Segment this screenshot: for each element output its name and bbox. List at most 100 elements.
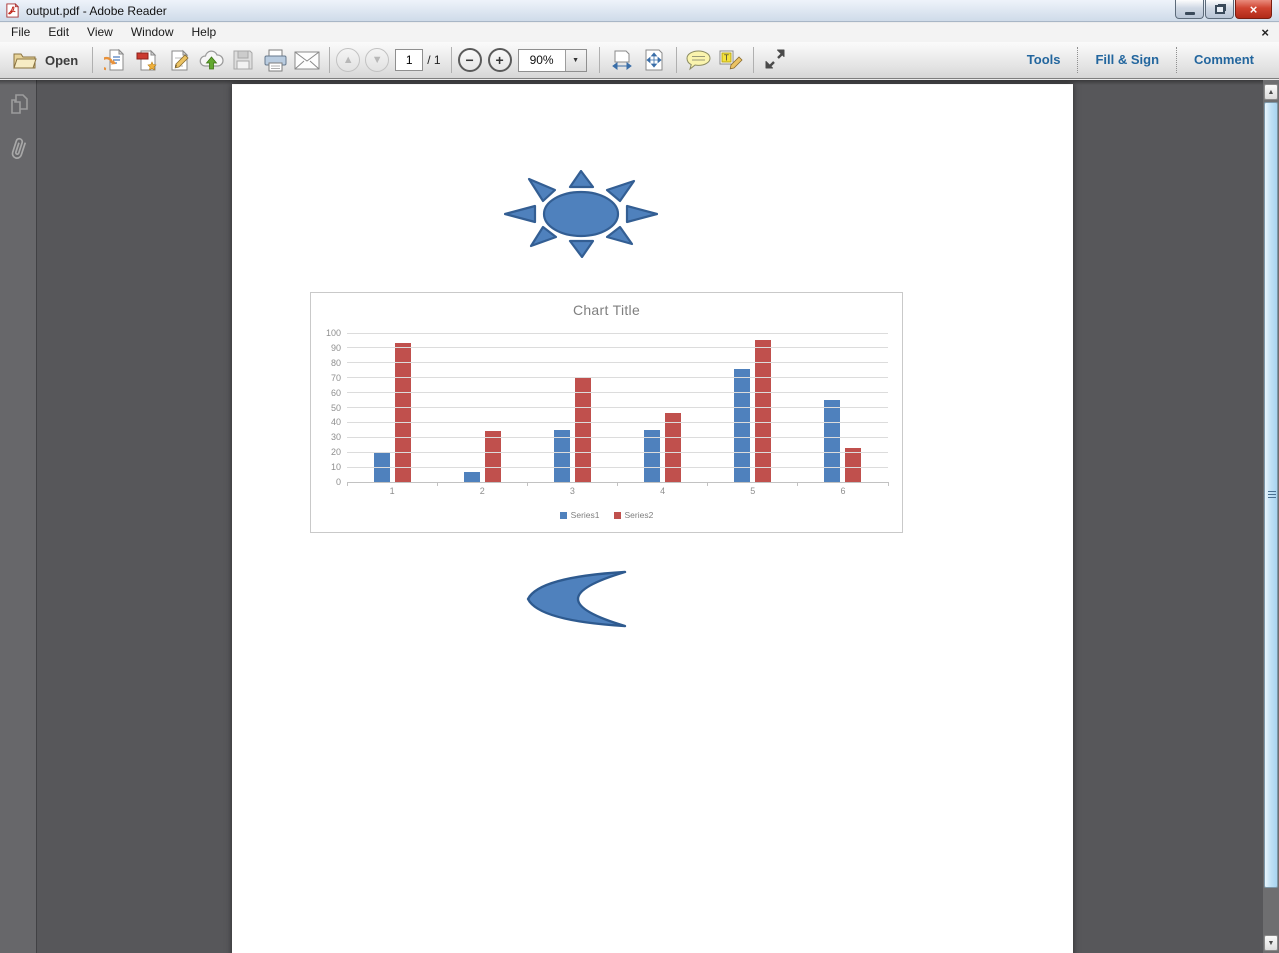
previous-page-icon: ▲ [343, 54, 354, 66]
gridline [347, 467, 888, 468]
bar-series2-2 [485, 431, 501, 482]
close-document-icon[interactable]: × [1261, 23, 1269, 42]
plot-area [347, 333, 888, 482]
y-axis: 1009080706050403020100 [311, 333, 343, 482]
page-count-label: / 1 [427, 53, 440, 67]
adobe-reader-window: output.pdf - Adobe Reader × File Edit Vi… [0, 0, 1279, 953]
save-icon [232, 49, 254, 71]
zoom-out-button[interactable]: − [458, 48, 482, 72]
gridline [347, 437, 888, 438]
sun-shape [504, 170, 658, 258]
previous-page-button[interactable]: ▲ [336, 48, 360, 72]
toolbar-separator [676, 47, 677, 73]
pdf-page: Chart Title 1009080706050403020100 12345… [232, 84, 1073, 953]
y-axis-tick-label: 50 [331, 403, 341, 413]
toolbar-separator [451, 47, 452, 73]
open-button[interactable]: Open [8, 49, 86, 72]
scroll-down-button[interactable]: ▼ [1264, 935, 1278, 951]
comment-bubble-button[interactable] [685, 46, 713, 74]
export-pdf-icon [104, 49, 127, 72]
y-axis-tick-label: 30 [331, 432, 341, 442]
toolbar: Open [0, 42, 1279, 79]
legend-label: Series2 [625, 510, 654, 520]
document-viewport[interactable]: Chart Title 1009080706050403020100 12345… [38, 80, 1263, 953]
close-icon: × [1250, 2, 1258, 17]
y-axis-tick-label: 20 [331, 447, 341, 457]
toolbar-separator [599, 47, 600, 73]
cloud-upload-button[interactable] [197, 46, 225, 74]
create-pdf-icon [136, 49, 159, 72]
titlebar[interactable]: output.pdf - Adobe Reader × [0, 0, 1279, 22]
zoom-level-select[interactable]: 90% ▼ [518, 49, 587, 72]
fit-width-icon [611, 49, 633, 71]
fullscreen-button[interactable] [762, 46, 790, 74]
zoom-out-icon: − [465, 53, 473, 67]
legend-item: Series2 [614, 510, 654, 520]
attachments-button[interactable] [0, 134, 37, 164]
menubar: File Edit View Window Help × [0, 23, 1279, 42]
x-axis: 123456 [347, 486, 888, 496]
zoom-in-icon: + [495, 53, 503, 67]
y-axis-tick-label: 70 [331, 373, 341, 383]
fit-width-button[interactable] [608, 46, 636, 74]
toolbar-separator [753, 47, 754, 73]
folder-icon [12, 51, 37, 70]
bar-series2-6 [845, 448, 861, 482]
legend-swatch [614, 512, 621, 519]
toolbar-separator [329, 47, 330, 73]
window-title: output.pdf - Adobe Reader [26, 4, 167, 18]
svg-text:T: T [724, 54, 729, 63]
vertical-scrollbar[interactable]: ▲ ▼ [1263, 80, 1279, 953]
menu-file[interactable]: File [2, 23, 39, 42]
minimize-button[interactable] [1175, 0, 1204, 19]
window-controls: × [1174, 0, 1272, 19]
save-button[interactable] [229, 46, 257, 74]
page-thumbnails-button[interactable] [0, 90, 37, 120]
bar-series1-6 [824, 400, 840, 482]
menu-window[interactable]: Window [122, 23, 183, 42]
export-pdf-button[interactable] [101, 46, 129, 74]
zoom-level-value: 90% [519, 50, 565, 71]
create-pdf-button[interactable] [133, 46, 161, 74]
pdf-file-icon [5, 3, 20, 18]
scroll-up-icon: ▲ [1268, 89, 1275, 96]
page-number-input[interactable] [395, 49, 423, 71]
tab-tools[interactable]: Tools [1010, 47, 1078, 73]
y-axis-tick-label: 40 [331, 417, 341, 427]
legend-item: Series1 [560, 510, 600, 520]
fit-page-icon [643, 49, 665, 71]
gridline [347, 452, 888, 453]
email-button[interactable] [293, 46, 321, 74]
legend-swatch [560, 512, 567, 519]
print-button[interactable] [261, 46, 289, 74]
zoom-in-button[interactable]: + [488, 48, 512, 72]
fill-sign-tool-icon: T [719, 49, 743, 71]
tab-comment[interactable]: Comment [1177, 47, 1271, 73]
scrollbar-thumb[interactable] [1264, 102, 1278, 888]
next-page-button[interactable]: ▼ [365, 48, 389, 72]
fill-sign-tool-button[interactable]: T [717, 46, 745, 74]
fit-page-button[interactable] [640, 46, 668, 74]
restore-icon [1215, 5, 1225, 14]
gridline [347, 407, 888, 408]
gridline [347, 347, 888, 348]
moon-shape [526, 570, 628, 628]
y-axis-tick-label: 100 [326, 328, 341, 338]
document-area: Chart Title 1009080706050403020100 12345… [0, 80, 1279, 953]
toolbar-separator [92, 47, 93, 73]
navigation-sidebar [0, 80, 37, 953]
menu-edit[interactable]: Edit [39, 23, 78, 42]
scroll-up-button[interactable]: ▲ [1264, 84, 1278, 100]
bar-series1-5 [734, 369, 750, 482]
tab-fill-and-sign[interactable]: Fill & Sign [1078, 47, 1176, 73]
email-icon [294, 51, 320, 70]
menu-view[interactable]: View [78, 23, 122, 42]
chevron-down-icon: ▼ [565, 50, 586, 71]
close-button[interactable]: × [1235, 0, 1272, 19]
menu-help[interactable]: Help [183, 23, 226, 42]
minimize-icon [1185, 12, 1195, 15]
fullscreen-icon [765, 49, 787, 71]
restore-button[interactable] [1205, 0, 1234, 19]
sign-document-button[interactable] [165, 46, 193, 74]
legend-label: Series1 [571, 510, 600, 520]
